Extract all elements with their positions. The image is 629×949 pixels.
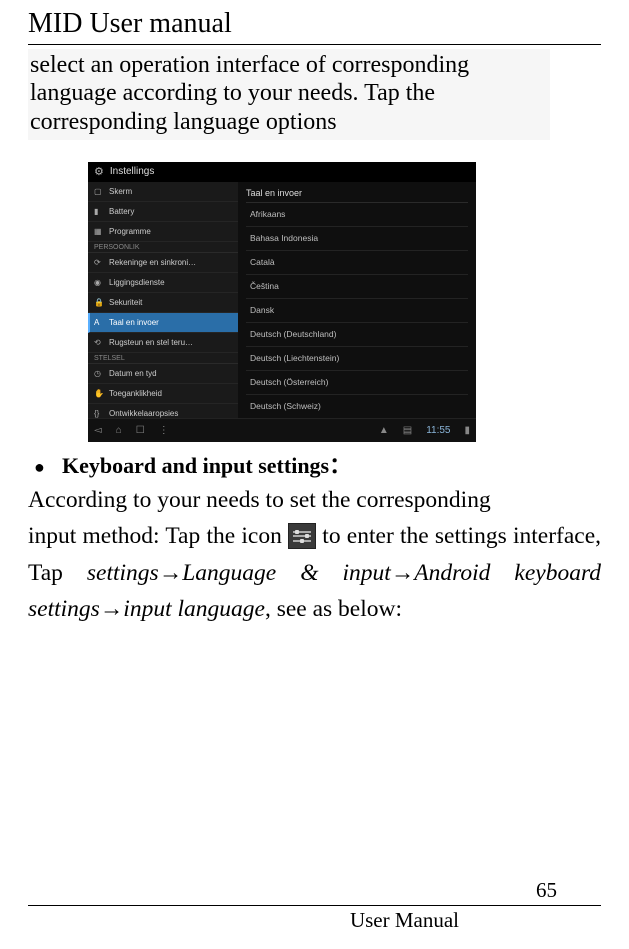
para-line-3b: , see as below:	[265, 596, 402, 622]
backup-icon: ⟲	[94, 338, 103, 347]
sidebar-item-language[interactable]: A Taal en invoer	[88, 313, 238, 333]
sidebar-item[interactable]: ◷ Datum en tyd	[88, 364, 238, 384]
apps-icon: ▦	[94, 227, 103, 236]
sidebar-item-label: Ontwikkelaaropsies	[109, 409, 178, 418]
footer-label: User Manual	[28, 908, 601, 933]
page-title: MID User manual	[28, 0, 601, 44]
accessibility-icon: ✋	[94, 389, 103, 398]
sidebar-item[interactable]: ⟲ Rugsteun en stel teru…	[88, 333, 238, 353]
page-footer: 65 User Manual	[28, 878, 601, 933]
sidebar-item-label: Rekeninge en sinkroni…	[109, 258, 196, 267]
para-line-1: According to your needs to set the corre…	[28, 487, 491, 513]
bullet-heading: Keyboard and input settings：	[62, 448, 351, 480]
language-option[interactable]: Deutsch (Liechtenstein)	[246, 347, 468, 371]
language-option[interactable]: Bahasa Indonesia	[246, 227, 468, 251]
bullet-dot-icon: ●	[34, 458, 46, 476]
settings-sidebar: ▢ Skerm ▮ Battery ▦ Programme PERSOONLIK ⟳ R…	[88, 182, 238, 418]
recents-icon[interactable]: ☐	[136, 425, 145, 436]
header-rule	[28, 44, 601, 45]
sidebar-category: STELSEL	[88, 353, 238, 364]
home-icon[interactable]: ⌂	[116, 425, 122, 436]
language-option[interactable]: Deutsch (Deutschland)	[246, 323, 468, 347]
para-line-2a: input method: Tap the icon	[28, 523, 288, 549]
gear-icon: ⚙	[94, 165, 104, 178]
sidebar-item-label: Rugsteun en stel teru…	[109, 338, 193, 347]
panel-header: Taal en invoer	[246, 186, 468, 203]
sidebar-item[interactable]: ✋ Toeganklikheid	[88, 384, 238, 404]
sidebar-category: PERSOONLIK	[88, 242, 238, 253]
back-icon[interactable]: ◅	[94, 425, 102, 436]
sidebar-item[interactable]: ▮ Battery	[88, 202, 238, 222]
clock-icon: ◷	[94, 369, 103, 378]
lock-icon: 🔒	[94, 298, 103, 307]
sidebar-item-label: Sekuriteit	[109, 298, 142, 307]
language-option[interactable]: Čeština	[246, 275, 468, 299]
language-icon: A	[94, 318, 103, 327]
sidebar-item[interactable]: ▢ Skerm	[88, 182, 238, 202]
sidebar-item-label: Liggingsdienste	[109, 278, 165, 287]
sidebar-item[interactable]: ▦ Programme	[88, 222, 238, 242]
sidebar-item[interactable]: ⟳ Rekeninge en sinkroni…	[88, 253, 238, 273]
app-title: Instellings	[110, 166, 154, 177]
settings-sliders-icon	[288, 523, 316, 549]
battery-status-icon: ▮	[464, 425, 470, 436]
intro-text: select an operation interface of corresp…	[28, 49, 550, 140]
language-option[interactable]: Afrikaans	[246, 203, 468, 227]
display-icon: ▢	[94, 187, 103, 196]
clock-text: 11:55	[426, 425, 450, 436]
sidebar-item[interactable]: 🔒 Sekuriteit	[88, 293, 238, 313]
page-number: 65	[28, 878, 601, 903]
language-option[interactable]: Deutsch (Österreich)	[246, 371, 468, 395]
sidebar-item-label: Toeganklikheid	[109, 389, 162, 398]
sidebar-item[interactable]: ◉ Liggingsdienste	[88, 273, 238, 293]
sidebar-item-label: Taal en invoer	[109, 318, 159, 327]
sync-icon: ⟳	[94, 258, 103, 267]
bullet-heading-row: ● Keyboard and input settings：	[34, 448, 601, 480]
settings-screenshot: ⚙ Instellings ▢ Skerm ▮ Battery ▦ Programme…	[88, 162, 601, 442]
android-navbar: ◅ ⌂ ☐ ⋮ ▲ ▤ 11:55 ▮	[88, 418, 476, 442]
settings-main-panel: Taal en invoer Afrikaans Bahasa Indonesi…	[238, 182, 476, 418]
sidebar-item-label: Battery	[109, 207, 134, 216]
sd-icon: ▤	[403, 425, 412, 436]
status-bar: ⚙ Instellings	[88, 162, 476, 182]
sidebar-item-label: Programme	[109, 227, 151, 236]
developer-icon: {}	[94, 409, 103, 418]
language-option[interactable]: Català	[246, 251, 468, 275]
battery-icon: ▮	[94, 207, 103, 216]
menu-icon[interactable]: ⋮	[159, 425, 169, 436]
android-screen: ⚙ Instellings ▢ Skerm ▮ Battery ▦ Programme…	[88, 162, 476, 442]
usb-icon: ▲	[379, 425, 389, 436]
language-option[interactable]: Dansk	[246, 299, 468, 323]
sidebar-item-label: Skerm	[109, 187, 132, 196]
location-icon: ◉	[94, 278, 103, 287]
body-paragraph: According to your needs to set the corre…	[28, 482, 601, 628]
footer-rule	[28, 905, 601, 906]
para-line-2b: to enter the settings	[316, 523, 507, 549]
language-option[interactable]: Deutsch (Schweiz)	[246, 395, 468, 419]
sidebar-item-label: Datum en tyd	[109, 369, 157, 378]
